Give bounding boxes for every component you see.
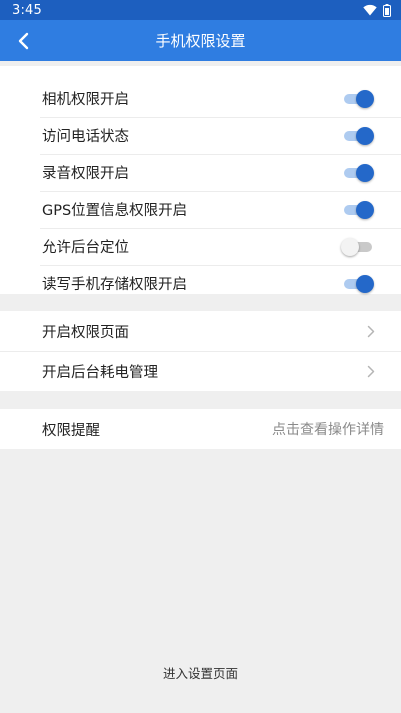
storage-permission-toggle[interactable] [343,273,375,295]
permission-label: GPS位置信息权限开启 [42,203,188,219]
permission-reminder: 权限提醒 点击查看操作详情 [0,409,401,449]
permission-row-phone-state: 访问电话状态 [0,117,401,154]
permission-row-background-location: 允许后台定位 [0,228,401,265]
chevron-left-icon [18,32,29,50]
permission-row-camera: 相机权限开启 [0,80,401,117]
permission-list: 相机权限开启 访问电话状态 录音权限开启 GPS位置信息权限开启 允许后台定位 … [0,66,401,294]
background-location-toggle[interactable] [341,236,375,258]
permission-label: 允许后台定位 [42,240,129,256]
status-time: 3:45 [12,2,42,18]
open-permission-page-item[interactable]: 开启权限页面 [0,311,401,351]
back-button[interactable] [10,28,36,54]
camera-permission-toggle[interactable] [343,88,375,110]
app-bar: 手机权限设置 [0,20,401,61]
enter-settings-link[interactable]: 进入设置页面 [0,663,401,682]
permission-label: 录音权限开启 [42,166,129,182]
permission-label: 读写手机存储权限开启 [42,277,187,293]
phone-state-permission-toggle[interactable] [343,125,375,147]
wifi-icon [363,4,377,16]
chevron-right-icon [367,325,375,337]
nav-item-label: 开启权限页面 [42,324,129,341]
nav-item-label: 开启后台耗电管理 [42,364,158,381]
permission-row-storage: 读写手机存储权限开启 [0,265,401,302]
permission-reminder-row[interactable]: 权限提醒 点击查看操作详情 [0,409,401,449]
reminder-label: 权限提醒 [42,422,100,439]
status-icons [363,3,391,17]
status-bar: 3:45 [0,0,401,20]
permission-label: 相机权限开启 [42,92,129,108]
battery-management-item[interactable]: 开启后台耗电管理 [0,351,401,391]
reminder-hint: 点击查看操作详情 [272,422,384,438]
battery-icon [383,3,391,17]
permission-row-microphone: 录音权限开启 [0,154,401,191]
permission-label: 访问电话状态 [42,129,129,145]
permission-row-gps: GPS位置信息权限开启 [0,191,401,228]
microphone-permission-toggle[interactable] [343,162,375,184]
page-title: 手机权限设置 [155,32,246,50]
navigation-list: 开启权限页面 开启后台耗电管理 [0,311,401,391]
gps-permission-toggle[interactable] [343,199,375,221]
chevron-right-icon [367,365,375,377]
